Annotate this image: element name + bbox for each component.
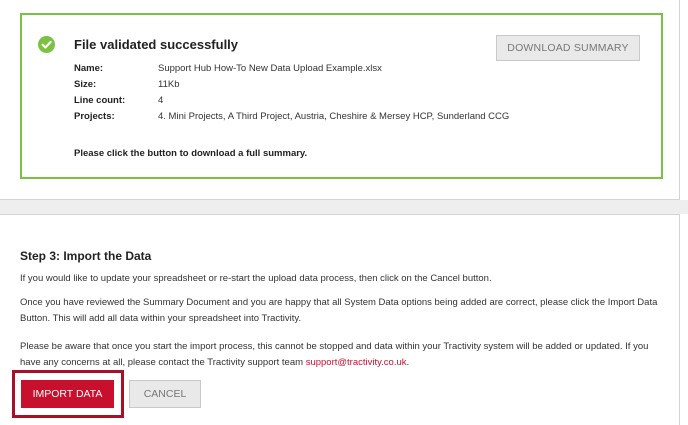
import-instruction: Once you have reviewed the Summary Docum…	[20, 297, 658, 324]
import-data-button[interactable]: IMPORT DATA	[21, 380, 114, 408]
detail-value: 11Kb	[158, 79, 180, 90]
detail-label: Projects:	[74, 111, 115, 122]
warning-text: Please be aware that once you start the …	[20, 339, 660, 371]
detail-value: Support Hub How-To New Data Upload Examp…	[158, 63, 382, 74]
import-panel: Step 3: Import the Data If you would lik…	[0, 214, 680, 425]
support-email-link[interactable]: support@tractivity.co.uk	[306, 357, 407, 368]
cancel-button[interactable]: CANCEL	[129, 380, 201, 408]
warning-text-end: .	[406, 357, 410, 368]
detail-value: 4	[158, 95, 164, 106]
detail-value: 4. Mini Projects, A Third Project, Austr…	[158, 111, 510, 122]
step-title: Step 3: Import the Data	[20, 249, 152, 263]
validation-title: File validated successfully	[74, 37, 239, 52]
validation-result-box: File validated successfully DOWNLOAD SUM…	[20, 13, 663, 179]
cancel-instruction: If you would like to update your spreads…	[20, 273, 492, 284]
panel-separator	[0, 200, 688, 214]
download-summary-button[interactable]: DOWNLOAD SUMMARY	[496, 35, 640, 61]
detail-label: Name:	[74, 63, 104, 74]
summary-note: Please click the button to download a fu…	[74, 148, 308, 159]
check-circle-icon	[38, 36, 55, 53]
detail-label: Line count:	[74, 95, 126, 106]
validation-panel: File validated successfully DOWNLOAD SUM…	[0, 0, 680, 200]
detail-label: Size:	[74, 79, 97, 90]
